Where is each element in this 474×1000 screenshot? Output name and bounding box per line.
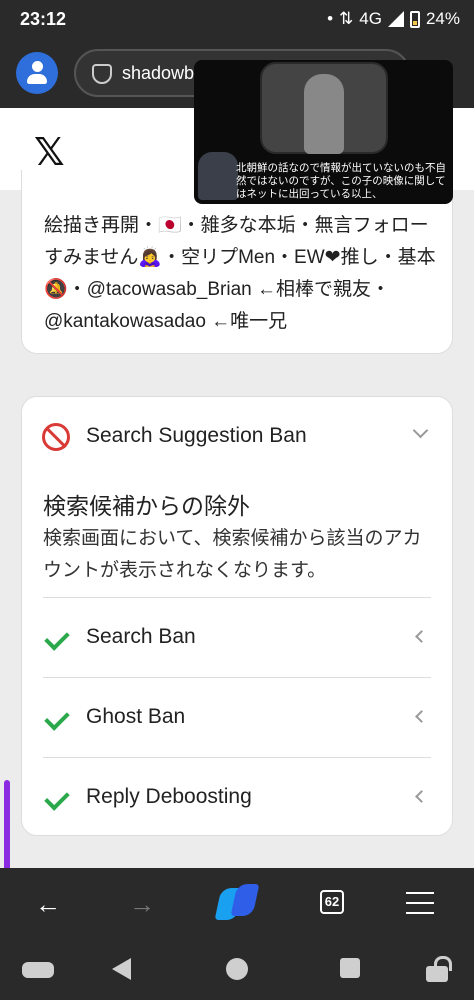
status-time: 23:12 — [20, 9, 67, 29]
prohibit-icon — [42, 423, 70, 451]
ban-row-label: Reply Deboosting — [86, 785, 252, 808]
ban-row-label: Search Ban — [86, 625, 196, 648]
chevron-left-icon[interactable] — [415, 630, 428, 643]
copilot-icon[interactable] — [214, 882, 260, 924]
ban-row-ghost-ban[interactable]: Ghost Ban — [22, 677, 452, 757]
signal-icon — [387, 11, 404, 27]
profile-avatar-icon[interactable] — [16, 52, 58, 94]
check-icon — [44, 785, 70, 811]
ban-row-reply-deboosting[interactable]: Reply Deboosting — [22, 757, 452, 837]
system-nav-bar — [0, 938, 474, 1000]
tabs-count-button[interactable]: 62 — [320, 890, 344, 914]
chevron-down-icon[interactable] — [412, 422, 429, 439]
chevron-left-icon[interactable] — [415, 710, 428, 723]
gamepad-icon[interactable] — [22, 962, 54, 978]
chevron-left-icon[interactable] — [415, 790, 428, 803]
ban-status-card: Search Suggestion Ban 検索候補からの除外 検索画面において… — [21, 396, 453, 836]
system-home-icon[interactable] — [226, 958, 248, 980]
video-frame — [260, 62, 388, 154]
rotation-lock-icon[interactable] — [426, 956, 452, 982]
site-info-shield-icon[interactable] — [92, 64, 112, 84]
ban-title: Search Suggestion Ban — [86, 424, 307, 447]
system-recents-icon[interactable] — [340, 958, 360, 978]
ban-card-header[interactable]: Search Suggestion Ban — [22, 397, 452, 475]
network-type: 4G — [359, 9, 382, 28]
forward-arrow-icon[interactable]: → — [122, 884, 162, 924]
video-subject — [304, 74, 344, 154]
check-icon — [44, 625, 70, 651]
picture-in-picture-video[interactable]: 北朝鮮の話なので情報が出ていないのも不自然ではないのですが、この子の映像に関して… — [194, 60, 453, 204]
back-arrow-icon[interactable]: ← — [28, 884, 68, 924]
status-indicators: • ⇅ 4G 24% — [327, 9, 460, 29]
ban-row-search-ban[interactable]: Search Ban — [22, 597, 452, 677]
battery-icon — [409, 10, 420, 28]
url-text[interactable]: shadowb — [122, 63, 194, 84]
status-bar: 23:12 • ⇅ 4G 24% — [0, 0, 474, 38]
check-icon — [44, 705, 70, 731]
profile-bio: 絵描き再開・🇯🇵・雑多な本垢・無言フォローすみません🙇‍♀️・空リプMen・EW… — [44, 215, 436, 332]
video-caption: 北朝鮮の話なので情報が出ていないのも不自然ではないのですが、この子の映像に関して… — [236, 162, 446, 200]
dot-icon: • — [327, 9, 334, 28]
menu-icon[interactable] — [406, 892, 434, 914]
ban-description: 検索画面において、検索候補から該当のアカウントが表示されなくなります。 — [43, 528, 422, 581]
battery-percent: 24% — [425, 9, 460, 28]
x-logo-icon[interactable]: 𝕏 — [34, 130, 65, 174]
narrator-avatar-icon — [198, 152, 238, 200]
data-arrows-icon: ⇅ — [339, 9, 354, 28]
ban-heading: 検索候補からの除外 — [43, 493, 250, 519]
system-back-icon[interactable] — [112, 958, 131, 980]
ban-row-label: Ghost Ban — [86, 705, 186, 728]
browser-nav-bar: ← → 62 — [0, 868, 474, 938]
